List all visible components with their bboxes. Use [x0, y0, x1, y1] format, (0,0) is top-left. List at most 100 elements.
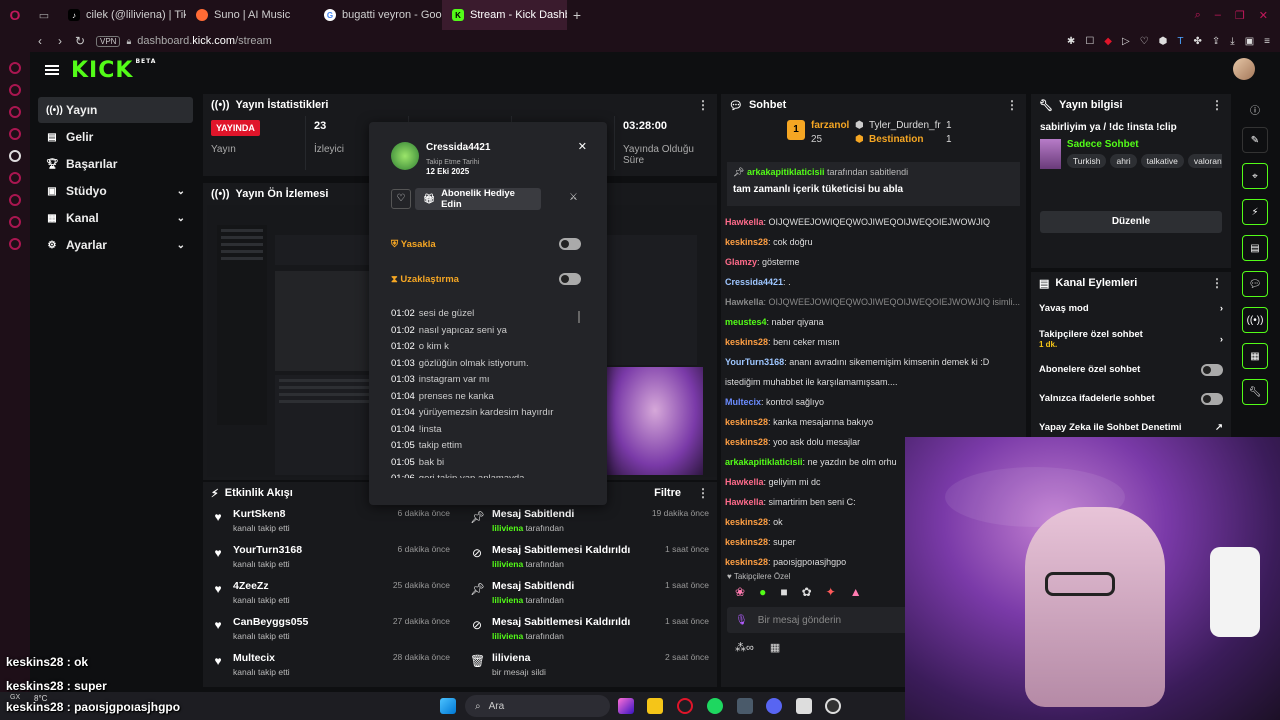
tab-icon[interactable]: ▭: [30, 9, 58, 22]
close-icon[interactable]: ✕: [1259, 9, 1268, 22]
instagram-icon[interactable]: [9, 106, 21, 118]
tab-google[interactable]: Gbugatti veyron - Google'da: [314, 0, 442, 30]
discord-icon[interactable]: [766, 698, 782, 714]
emote-icon[interactable]: ❀: [735, 585, 745, 599]
mod-icon[interactable]: ⚔: [569, 192, 578, 203]
restore-icon[interactable]: ❐: [1235, 9, 1245, 22]
chat-message[interactable]: keskins28: kanka mesajarına bakıyo: [721, 412, 1026, 432]
player-icon[interactable]: [9, 172, 21, 184]
filter-button[interactable]: Filtre: [654, 487, 681, 499]
more-icon[interactable]: ⋮: [1211, 276, 1223, 290]
chat-username[interactable]: keskins28: [725, 437, 768, 447]
chat-message[interactable]: keskins28: cok doğru: [721, 232, 1026, 252]
nav-item-yayin[interactable]: ((•)) Yayın: [38, 97, 193, 123]
forward-icon[interactable]: ›: [50, 34, 70, 48]
pinned-message[interactable]: 📌︎ arkakapitiklaticisii tarafından sabit…: [727, 162, 1020, 206]
edit-icon[interactable]: ✎: [1242, 127, 1268, 153]
chat-username[interactable]: keskins28: [725, 517, 768, 527]
chat-username[interactable]: Glamzy: [725, 257, 757, 267]
chat-username[interactable]: Multecix: [725, 397, 761, 407]
opera-logo-icon[interactable]: O: [0, 7, 30, 23]
cube-icon[interactable]: ⬢: [1159, 36, 1168, 47]
spotify-icon[interactable]: [707, 698, 723, 714]
lightning-icon[interactable]: ⚡︎: [1242, 199, 1268, 225]
follow-heart-button[interactable]: ♡: [391, 189, 411, 209]
broadcast-icon[interactable]: ((•)): [1242, 307, 1268, 333]
obs-icon[interactable]: [825, 698, 841, 714]
messenger-icon[interactable]: [9, 84, 21, 96]
chat-icon[interactable]: 💬︎: [1242, 271, 1268, 297]
chat-message[interactable]: Glamzy: gösterme: [721, 252, 1026, 272]
timeout-toggle[interactable]: [559, 273, 581, 285]
aria-icon[interactable]: [9, 62, 21, 74]
nav-item-ayarlar[interactable]: ⚙︎ Ayarlar ⌄: [38, 232, 193, 258]
heart-icon[interactable]: ♡: [1140, 36, 1149, 47]
chat-message[interactable]: Hawkella: OIJQWEEJOWIQEQWOJIWEQOIJWEQOIE…: [721, 212, 1026, 232]
chat-username[interactable]: keskins28: [725, 537, 768, 547]
more-icon[interactable]: ⋮: [1211, 98, 1223, 112]
wrench-icon[interactable]: 🔧︎: [1242, 379, 1268, 405]
pocket-icon[interactable]: ◆: [1104, 36, 1112, 47]
url-field[interactable]: dashboard.kick.com/stream: [137, 35, 272, 47]
user-message-log[interactable]: 01:02 sesi de güzel 01:02 nasıl yapıcaz sen…: [391, 306, 589, 478]
chat-username[interactable]: meustes4: [725, 317, 767, 327]
store-icon[interactable]: ▦: [770, 641, 780, 654]
emote-icon[interactable]: ▲: [850, 585, 862, 599]
emote-icon[interactable]: ✦: [826, 585, 836, 599]
chat-message[interactable]: Cressida4421: .: [721, 272, 1026, 292]
nav-item-kanal[interactable]: ▦ Kanal ⌄: [38, 205, 193, 231]
menu-icon[interactable]: ≡: [1264, 36, 1270, 47]
chat-username[interactable]: Hawkella: [725, 297, 764, 307]
gift-subscription-button[interactable]: 🎁︎ Abonelik Hediye Edin: [415, 188, 541, 210]
chat-message[interactable]: istediğim muhabbet ile karşılamamışsam..…: [721, 372, 1026, 392]
scrollbar[interactable]: [578, 311, 580, 323]
chat-username[interactable]: keskins28: [725, 237, 768, 247]
app-icon[interactable]: [737, 698, 753, 714]
new-tab-button[interactable]: +: [567, 7, 587, 23]
emote-picker-icon[interactable]: ⁂∞: [735, 641, 754, 654]
chat-message[interactable]: keskins28: benı ceker mısın: [721, 332, 1026, 352]
chat-username[interactable]: arkakapitiklaticisii: [725, 457, 803, 467]
taskbar-search[interactable]: ⌕ Ara: [465, 695, 610, 717]
nav-item-basarilar[interactable]: 🏆︎ Başarılar: [38, 151, 193, 177]
more-icon[interactable]: ⋮: [1006, 98, 1018, 112]
back-icon[interactable]: ‹: [30, 34, 50, 48]
bookmark-icon[interactable]: ☐: [1085, 36, 1094, 47]
minimize-icon[interactable]: –: [1215, 9, 1221, 22]
tab-tiktok[interactable]: ♪cilek (@liliviena) | TikTok: [58, 0, 186, 30]
copilot-icon[interactable]: [618, 698, 634, 714]
notepad-icon[interactable]: [796, 698, 812, 714]
emotes-only-toggle[interactable]: [1201, 392, 1223, 405]
user-avatar[interactable]: [1233, 58, 1255, 80]
windows-start-icon[interactable]: [440, 698, 456, 714]
target-icon[interactable]: ⌖: [1242, 163, 1268, 189]
chat-username[interactable]: Hawkella: [725, 497, 764, 507]
kick-logo[interactable]: KICK BETA: [71, 58, 156, 83]
crypto-icon[interactable]: [9, 150, 21, 162]
file-explorer-icon[interactable]: [647, 698, 663, 714]
nav-item-gelir[interactable]: ▤ Gelir: [38, 124, 193, 150]
puzzle-icon[interactable]: ✤: [1194, 36, 1202, 47]
vpn-badge[interactable]: VPN: [96, 35, 121, 47]
edit-button[interactable]: Düzenle: [1040, 211, 1222, 233]
nav-item-studyo[interactable]: ▣ Stüdyo ⌄: [38, 178, 193, 204]
extension-icon[interactable]: ✱: [1067, 36, 1075, 47]
subs-only-toggle[interactable]: [1201, 363, 1223, 376]
opera-gx-icon[interactable]: [677, 698, 693, 714]
chat-username[interactable]: Cressida4421: [725, 277, 783, 287]
tab-kick-dashboard[interactable]: KStream - Kick Dashboard: [442, 0, 567, 30]
chat-username[interactable]: keskins28: [725, 337, 768, 347]
chat-message[interactable]: Hawkella: OIJQWEEJOWIQEQWOJIWEQOIJWEQOIE…: [721, 292, 1026, 312]
ban-toggle[interactable]: [559, 238, 581, 250]
hamburger-menu-icon[interactable]: [45, 65, 59, 75]
chat-username[interactable]: keskins28: [725, 417, 768, 427]
followers-only-row[interactable]: Takipçilere özel sohbet 1 dk. ›: [1031, 323, 1231, 355]
share-icon[interactable]: ⇪: [1212, 36, 1220, 47]
play-icon[interactable]: ▷: [1122, 36, 1130, 47]
emote-icon[interactable]: ✿: [802, 585, 812, 599]
chat-username[interactable]: YourTurn3168: [725, 357, 784, 367]
close-icon[interactable]: ✕: [578, 140, 587, 153]
reload-icon[interactable]: ↻: [70, 34, 90, 48]
emote-icon[interactable]: ●: [759, 585, 766, 599]
download-icon[interactable]: ⤓: [1230, 36, 1234, 47]
